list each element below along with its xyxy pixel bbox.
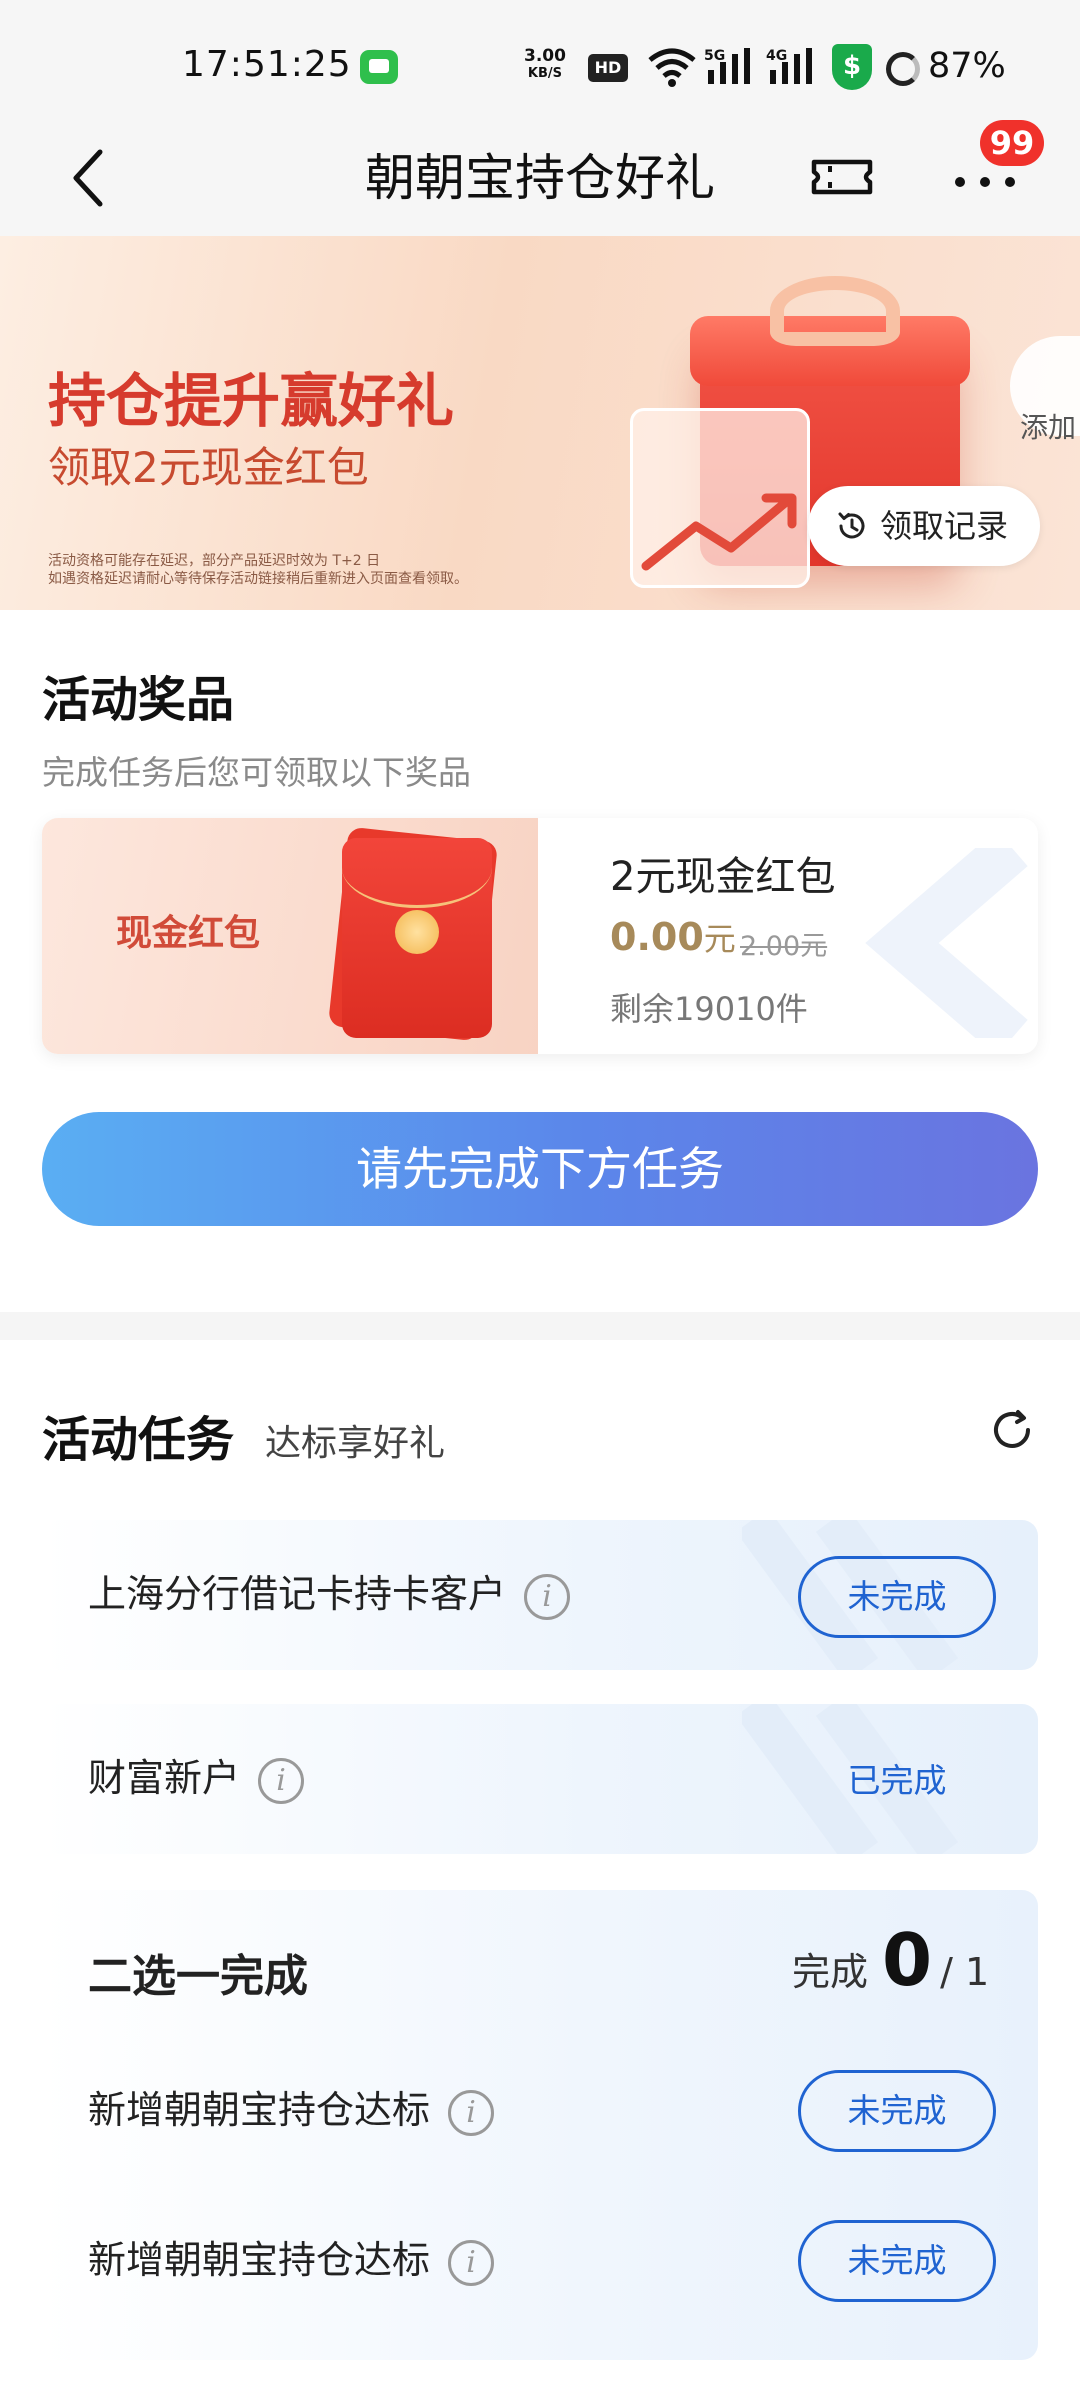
refresh-icon[interactable] <box>988 1406 1036 1454</box>
prize-original-price: 2.00元 <box>740 931 828 962</box>
task-status-button[interactable]: 未完成 <box>798 1556 996 1638</box>
promo-banner: 持仓提升赢好礼 领取2元现金红包 活动资格可能存在延迟，部分产品延迟时效为 T+… <box>0 236 1080 610</box>
banner-note-line-2: 如遇资格延迟请耐心等待保存活动链接稍后重新进入页面查看领取。 <box>48 571 468 587</box>
ticket-icon[interactable] <box>810 142 874 212</box>
prize-card-image: 现金红包 <box>42 818 538 1054</box>
battery-ring-icon <box>886 52 920 86</box>
progress-total: / 1 <box>940 1950 990 1994</box>
signal-5g-label: 5G <box>704 48 725 64</box>
red-envelope-icon <box>342 838 492 1038</box>
chevron-decoration-icon <box>865 848 1028 1038</box>
prize-type-label: 现金红包 <box>116 913 261 954</box>
signal-4g-icon: 4G <box>766 48 812 84</box>
prize-section-subtitle: 完成任务后您可领取以下奖品 <box>42 753 471 792</box>
banner-title: 持仓提升赢好礼 <box>48 367 455 435</box>
history-icon <box>838 512 865 539</box>
task-label-text: 财富新户 <box>88 1756 241 1800</box>
prize-section-title: 活动奖品 <box>42 672 235 728</box>
signal-5g-icon: 5G <box>704 48 750 84</box>
section-divider <box>0 1312 1080 1340</box>
task-label-text: 新增朝朝宝持仓达标 <box>88 2238 431 2282</box>
prize-price-value: 0.00 <box>610 915 704 959</box>
info-icon[interactable]: i <box>448 2089 495 2136</box>
status-time: 17:51:25 <box>182 44 352 85</box>
choose-one-title: 二选一完成 <box>88 1951 308 2002</box>
claim-record-button[interactable]: 领取记录 <box>808 486 1040 566</box>
envelope-seal <box>395 910 439 954</box>
claim-record-label: 领取记录 <box>880 507 1009 545</box>
envelope-flap <box>342 838 492 908</box>
task-status-completed: 已完成 <box>847 1761 947 1800</box>
shield-icon: $ <box>832 44 872 90</box>
prize-price: 0.00元 <box>610 914 736 960</box>
task-label: 新增朝朝宝持仓达标 i <box>88 2232 495 2288</box>
hd-icon: HD <box>588 54 628 82</box>
task-row: 上海分行借记卡持卡客户 i 未完成 <box>42 1520 1038 1670</box>
task-label: 财富新户 i <box>88 1750 305 1806</box>
network-speed: 3.00 KB/S <box>524 48 566 82</box>
task-section-subtitle: 达标享好礼 <box>265 1423 446 1464</box>
gift-bow-illustration <box>770 276 900 346</box>
banner-note-line-1: 活动资格可能存在延迟，部分产品延迟时效为 T+2 日 <box>48 553 381 569</box>
network-speed-unit: KB/S <box>527 66 563 81</box>
message-app-icon <box>360 50 398 84</box>
network-speed-value: 3.00 <box>524 46 566 66</box>
info-icon[interactable]: i <box>524 1573 571 1620</box>
task-status-button[interactable]: 未完成 <box>798 2070 996 2152</box>
nav-bar: 朝朝宝持仓好礼 99 <box>0 120 1080 236</box>
choose-task-row: 新增朝朝宝持仓达标 i 未完成 <box>42 2050 1038 2170</box>
task-label-text: 新增朝朝宝持仓达标 <box>88 2088 431 2132</box>
status-bar: 17:51:25 3.00 KB/S HD 5G 4G $ 87% <box>0 0 1080 120</box>
task-label: 新增朝朝宝持仓达标 i <box>88 2082 495 2138</box>
add-widget-label[interactable]: 添加 <box>1020 406 1076 446</box>
choose-task-row: 新增朝朝宝持仓达标 i 未完成 <box>42 2200 1038 2320</box>
task-label-text: 上海分行借记卡持卡客户 <box>88 1572 507 1616</box>
task-label: 上海分行借记卡持卡客户 i <box>88 1566 571 1622</box>
progress-label: 完成 <box>792 1950 869 1994</box>
progress-done-count: 0 <box>882 1918 933 2002</box>
choose-one-progress: 完成 0/ 1 <box>792 1918 989 2002</box>
prize-remaining-count: 剩余19010件 <box>610 990 808 1028</box>
task-status-button[interactable]: 未完成 <box>798 2220 996 2302</box>
complete-tasks-button[interactable]: 请先完成下方任务 <box>42 1112 1038 1226</box>
notification-badge: 99 <box>980 120 1044 166</box>
prize-card[interactable]: 现金红包 2元现金红包 0.00元 2.00元 剩余19010件 <box>42 818 1038 1054</box>
info-icon[interactable]: i <box>258 1757 305 1804</box>
prize-name: 2元现金红包 <box>610 854 836 900</box>
battery-level: 87% <box>928 46 1006 86</box>
banner-note: 活动资格可能存在延迟，部分产品延迟时效为 T+2 日 如遇资格延迟请耐心等待保存… <box>48 552 508 588</box>
wifi-icon <box>648 48 696 87</box>
signal-4g-label: 4G <box>766 48 787 64</box>
prize-price-unit: 元 <box>703 920 736 958</box>
banner-subtitle: 领取2元现金红包 <box>48 443 369 492</box>
choose-one-group: 二选一完成 完成 0/ 1 新增朝朝宝持仓达标 i 未完成 新增朝朝宝持仓达标 i 未… <box>42 1890 1038 2360</box>
growth-arrow-icon <box>641 493 797 571</box>
info-icon[interactable]: i <box>448 2239 495 2286</box>
task-section-title: 活动任务 <box>42 1412 235 1468</box>
page-title: 朝朝宝持仓好礼 <box>365 149 715 207</box>
task-row: 财富新户 i 已完成 <box>42 1704 1038 1854</box>
